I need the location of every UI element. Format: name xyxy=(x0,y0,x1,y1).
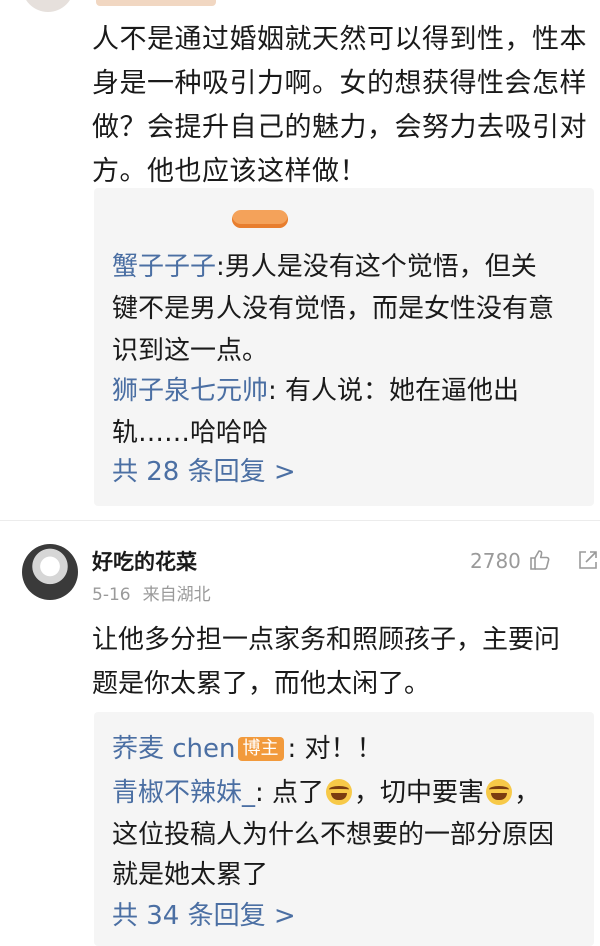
like-count[interactable]: 2780 xyxy=(470,549,521,573)
comment-text: 人不是通过婚姻就天然可以得到性，性本 身是一种吸引力啊。女的想获得性会怎样 做？… xyxy=(92,18,592,194)
comment-location: 来自湖北 xyxy=(142,585,211,605)
comment-text: 让他多分担一点家务和照顾孩子，主要问 题是你太累了，而他太闲了。 xyxy=(92,618,592,706)
avatar[interactable] xyxy=(22,544,78,600)
comment-author[interactable]: 好吃的花菜 xyxy=(92,546,197,576)
thumbs-up-icon[interactable] xyxy=(528,548,552,572)
reply-nickname[interactable]: 蟹子子子 xyxy=(112,252,216,282)
reply-text: 对！！ xyxy=(296,734,383,764)
reply-separator: : xyxy=(287,734,297,764)
avatar[interactable] xyxy=(22,0,74,12)
more-replies-link[interactable]: 共 34 条回复 > xyxy=(112,896,296,936)
reply-nickname[interactable]: 狮子泉七元帅 xyxy=(112,376,268,406)
comment-line: 人不是通过婚姻就天然可以得到性，性本 xyxy=(92,24,587,55)
reply-text: 点了 xyxy=(263,778,325,808)
reply-text: 有人说：她在逼他出 xyxy=(276,376,520,406)
reply-item[interactable]: 青椒不辣妹_: 点了 ，切中要害 ， xyxy=(112,772,582,814)
username-cut[interactable] xyxy=(96,0,216,6)
previous-comment-header xyxy=(0,0,600,12)
comment-line: 让他多分担一点家务和照顾孩子，主要问 xyxy=(92,625,561,655)
reply-item[interactable]: 荞麦 chen 博主: 对！！ xyxy=(112,728,582,770)
reply-text-line: 键不是男人没有觉悟，而是女性没有意 xyxy=(112,294,555,324)
reply-item[interactable]: 狮子泉七元帅: 有人说：她在逼他出 xyxy=(112,370,582,412)
reply-text-line: 轨……哈哈哈 xyxy=(112,418,269,448)
reply-nickname[interactable]: 青椒不辣妹_ xyxy=(112,778,255,808)
reply-separator: : xyxy=(268,376,277,406)
comment-line: 做？会提升自己的魅力，会努力去吸引对 xyxy=(92,112,587,143)
reply-nickname[interactable]: 荞麦 chen xyxy=(112,734,236,764)
reply-separator: : xyxy=(255,778,264,808)
decoration-badge-icon xyxy=(232,210,288,228)
reply-text-line: 这位投稿人为什么不想要的一部分原因 xyxy=(112,820,555,850)
reply-text: ，切中要害 xyxy=(354,778,485,808)
comment-meta: 5-16 来自湖北 xyxy=(92,580,211,605)
comment-line: 题是你太累了，而他太闲了。 xyxy=(92,669,431,699)
blogger-badge: 博主 xyxy=(237,737,284,761)
laughing-emoji-icon xyxy=(326,779,353,805)
share-icon[interactable] xyxy=(576,548,600,572)
more-replies-link[interactable]: 共 28 条回复 > xyxy=(112,452,296,492)
comment-line: 身是一种吸引力啊。女的想获得性会怎样 xyxy=(92,68,587,99)
reply-text-line: 识到这一点。 xyxy=(112,336,269,366)
laughing-emoji-icon xyxy=(486,779,513,805)
reply-text: ， xyxy=(514,778,541,808)
reply-item[interactable]: 蟹子子子:男人是没有这个觉悟，但关 xyxy=(112,246,582,288)
divider xyxy=(0,520,600,521)
reply-separator: : xyxy=(216,252,225,282)
reply-text-line: 就是她太累了 xyxy=(112,860,269,890)
reply-text: 男人是没有这个觉悟，但关 xyxy=(224,252,537,282)
comment-date: 5-16 xyxy=(92,585,131,605)
